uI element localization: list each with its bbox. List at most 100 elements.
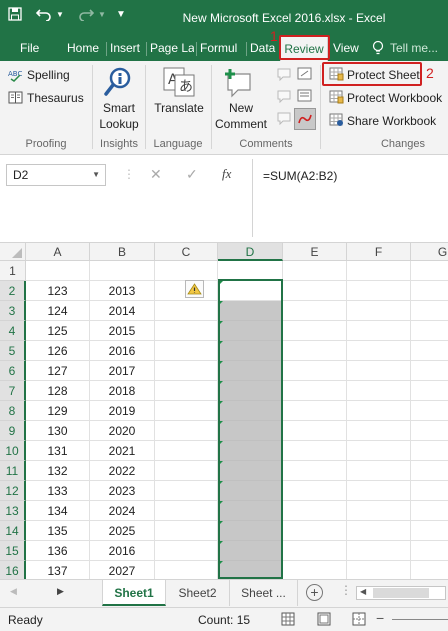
cell-d7[interactable] (218, 381, 283, 401)
show-all-comments-icon[interactable] (297, 89, 313, 106)
sheet-tab-sheet3[interactable]: Sheet ... (230, 580, 298, 606)
delete-comment-icon[interactable] (276, 67, 292, 84)
row-header-5[interactable]: 5 (0, 341, 26, 361)
select-all-corner[interactable] (0, 243, 26, 261)
cell-g16[interactable] (411, 561, 448, 579)
tab-view[interactable]: View (333, 36, 361, 61)
cell-d6[interactable] (218, 361, 283, 381)
cell-d15[interactable] (218, 541, 283, 561)
row-header-14[interactable]: 14 (0, 521, 26, 541)
cell-d1[interactable] (218, 261, 283, 281)
cell-a13[interactable]: 134 (26, 501, 90, 521)
add-sheet-icon[interactable]: + (306, 584, 323, 601)
cell-f2[interactable] (347, 281, 411, 301)
cell-d16[interactable] (218, 561, 283, 579)
cell-c9[interactable] (155, 421, 218, 441)
row-header-9[interactable]: 9 (0, 421, 26, 441)
thesaurus-button[interactable]: Thesaurus (27, 91, 84, 105)
cell-a2[interactable]: 123 (26, 281, 90, 301)
cell-a14[interactable]: 135 (26, 521, 90, 541)
cell-f9[interactable] (347, 421, 411, 441)
smart-lookup-line1[interactable]: Smart (94, 101, 144, 115)
cell-d2[interactable] (218, 281, 283, 301)
cell-d12[interactable] (218, 481, 283, 501)
cell-b6[interactable]: 2017 (90, 361, 155, 381)
cell-c1[interactable] (155, 261, 218, 281)
row-header-11[interactable]: 11 (0, 461, 26, 481)
cell-b14[interactable]: 2025 (90, 521, 155, 541)
column-header-g[interactable]: G (411, 243, 448, 261)
cell-e5[interactable] (283, 341, 347, 361)
cell-c8[interactable] (155, 401, 218, 421)
cell-a3[interactable]: 124 (26, 301, 90, 321)
cell-b9[interactable]: 2020 (90, 421, 155, 441)
enter-icon[interactable]: ✓ (186, 166, 198, 183)
cell-c4[interactable] (155, 321, 218, 341)
cell-c6[interactable] (155, 361, 218, 381)
cell-f6[interactable] (347, 361, 411, 381)
worksheet-grid[interactable]: ABCDEFG 1 2 3 4 5 6 7 8 9 10 11 12 13 14 15 16 123 2013 1… (0, 243, 448, 579)
translate-button[interactable]: Translate (148, 101, 210, 115)
cell-e7[interactable] (283, 381, 347, 401)
row-header-2[interactable]: 2 (0, 281, 26, 301)
cell-g1[interactable] (411, 261, 448, 281)
cell-f1[interactable] (347, 261, 411, 281)
spelling-button[interactable]: Spelling (27, 68, 70, 82)
name-box-dropdown-icon[interactable]: ▼ (92, 165, 100, 185)
cell-g14[interactable] (411, 521, 448, 541)
cell-b8[interactable]: 2019 (90, 401, 155, 421)
cell-f7[interactable] (347, 381, 411, 401)
cell-d11[interactable] (218, 461, 283, 481)
cell-g4[interactable] (411, 321, 448, 341)
cell-g7[interactable] (411, 381, 448, 401)
column-header-d[interactable]: D (218, 243, 283, 261)
cell-g13[interactable] (411, 501, 448, 521)
cell-f16[interactable] (347, 561, 411, 579)
cell-b4[interactable]: 2015 (90, 321, 155, 341)
cell-e8[interactable] (283, 401, 347, 421)
normal-view-icon[interactable] (281, 612, 295, 629)
zoom-slider[interactable] (392, 619, 448, 620)
cell-b2[interactable]: 2013 (90, 281, 155, 301)
cell-g11[interactable] (411, 461, 448, 481)
show-hide-comment-icon[interactable] (297, 67, 313, 84)
cell-c13[interactable] (155, 501, 218, 521)
cell-b15[interactable]: 2016 (90, 541, 155, 561)
column-header-e[interactable]: E (283, 243, 347, 261)
cell-c7[interactable] (155, 381, 218, 401)
show-ink-icon[interactable] (294, 108, 316, 130)
sheet-tab-sheet2[interactable]: Sheet2 (166, 580, 230, 606)
cell-a4[interactable]: 125 (26, 321, 90, 341)
cell-d10[interactable] (218, 441, 283, 461)
cell-f10[interactable] (347, 441, 411, 461)
page-break-view-icon[interactable] (352, 612, 366, 629)
cell-d3[interactable] (218, 301, 283, 321)
horizontal-scrollbar[interactable]: ◀ (356, 586, 446, 600)
cell-f4[interactable] (347, 321, 411, 341)
smart-lookup-line2[interactable]: Lookup (94, 117, 144, 131)
cell-f14[interactable] (347, 521, 411, 541)
cell-b12[interactable]: 2023 (90, 481, 155, 501)
sheet-tab-sheet1[interactable]: Sheet1 (102, 580, 166, 606)
cell-g8[interactable] (411, 401, 448, 421)
cell-e4[interactable] (283, 321, 347, 341)
cell-a11[interactable]: 132 (26, 461, 90, 481)
cell-d8[interactable] (218, 401, 283, 421)
cell-a12[interactable]: 133 (26, 481, 90, 501)
cell-c3[interactable] (155, 301, 218, 321)
cell-e1[interactable] (283, 261, 347, 281)
cell-g10[interactable] (411, 441, 448, 461)
error-check-button[interactable] (185, 280, 204, 298)
cell-e14[interactable] (283, 521, 347, 541)
tab-formulas[interactable]: Formul (200, 36, 244, 61)
cell-f13[interactable] (347, 501, 411, 521)
cell-f8[interactable] (347, 401, 411, 421)
cell-b7[interactable]: 2018 (90, 381, 155, 401)
column-header-b[interactable]: B (90, 243, 155, 261)
cell-c10[interactable] (155, 441, 218, 461)
share-workbook-button[interactable]: Share Workbook (347, 114, 436, 128)
cell-g9[interactable] (411, 421, 448, 441)
tell-me-search[interactable]: Tell me... (390, 36, 446, 61)
next-comment-icon[interactable] (276, 111, 292, 128)
scroll-thumb[interactable] (373, 588, 429, 598)
